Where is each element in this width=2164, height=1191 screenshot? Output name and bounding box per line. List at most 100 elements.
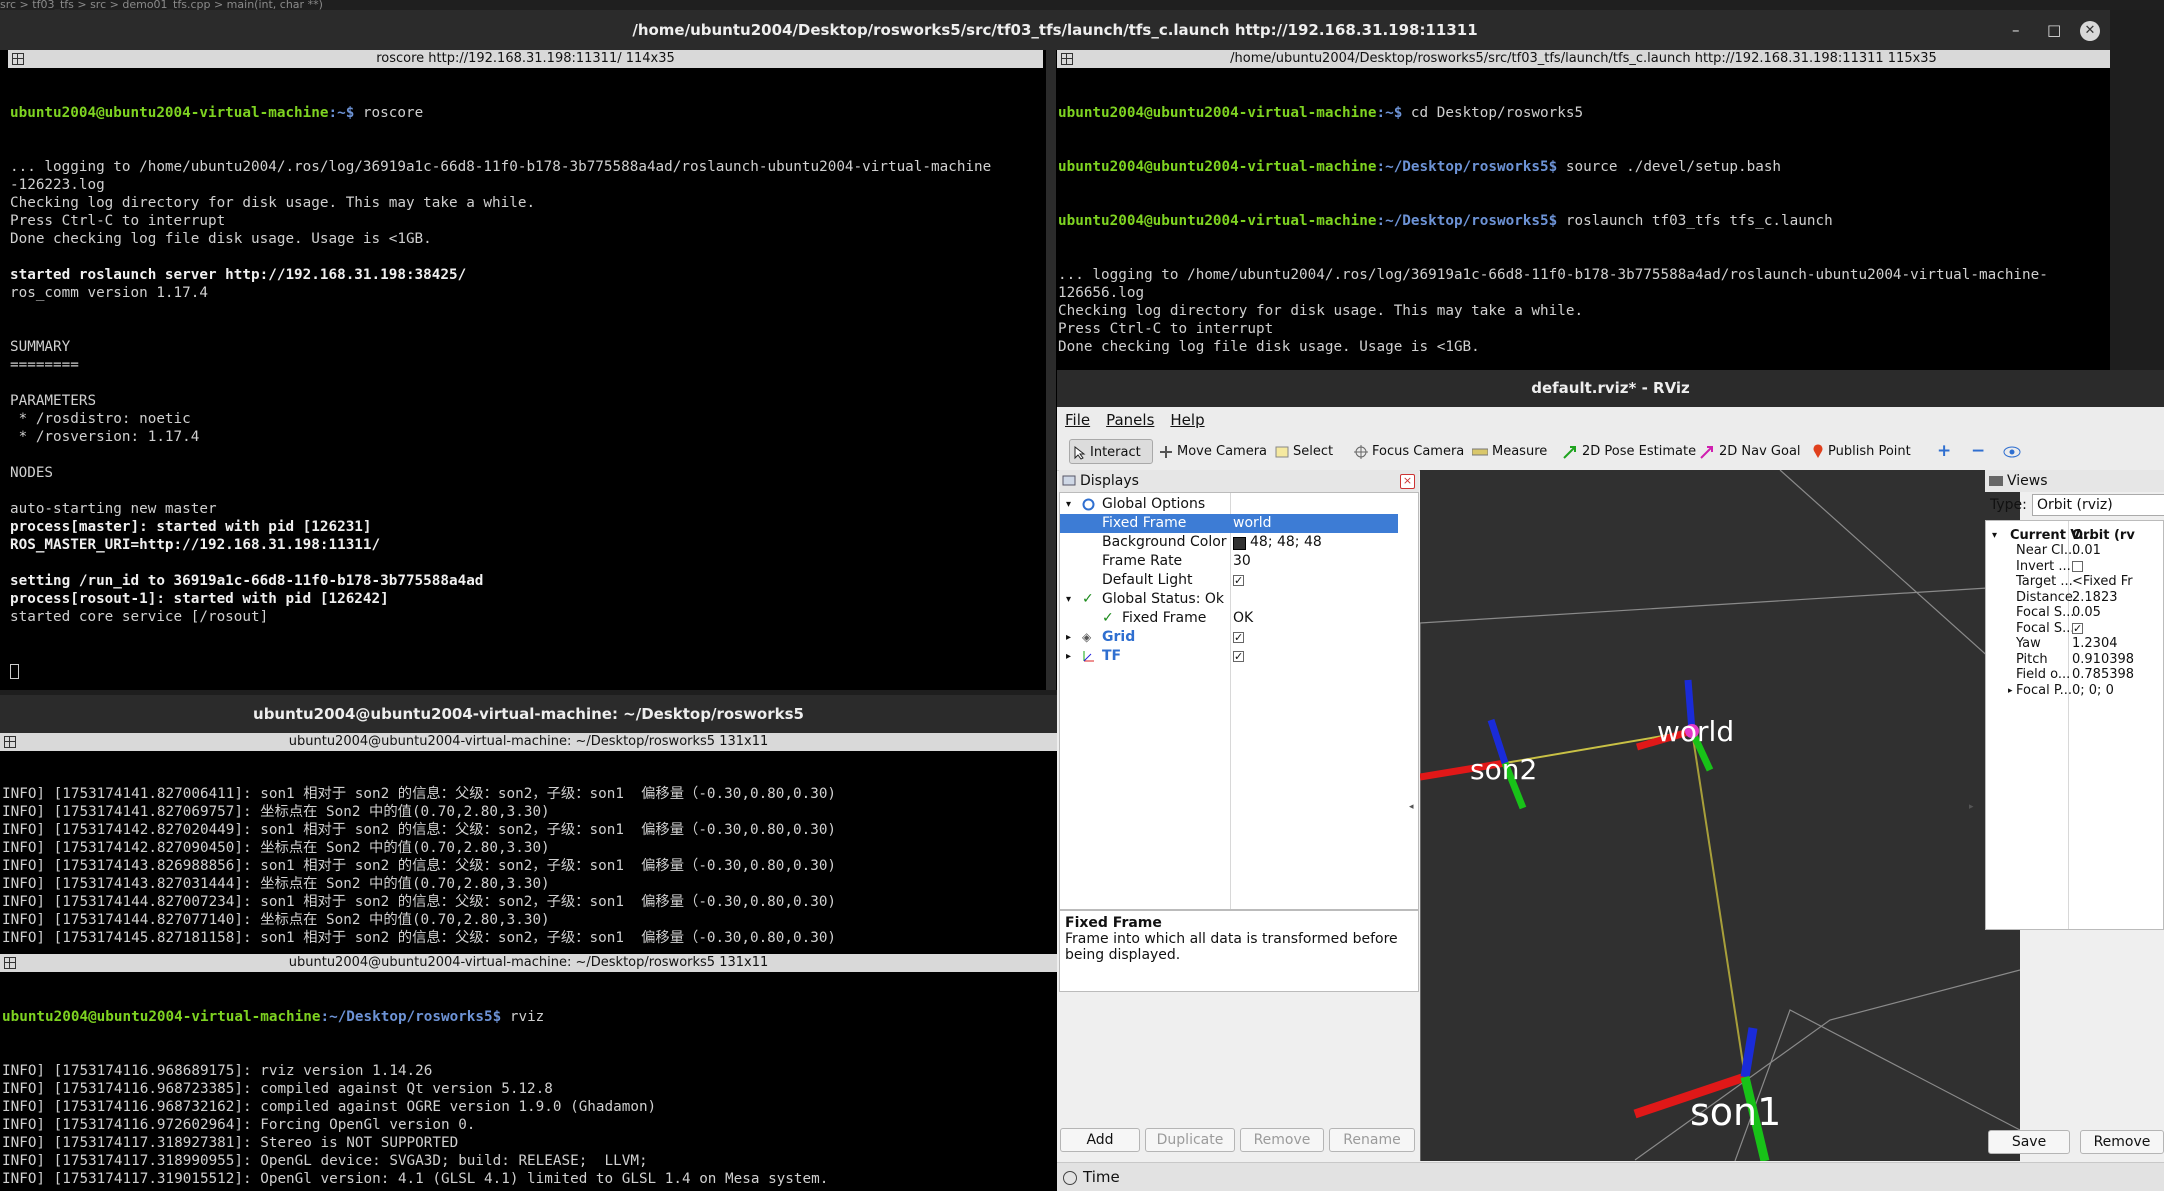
- terminal-line: INFO] [1753174117.319015512]: OpenGl ver…: [2, 1171, 829, 1187]
- tree-row-fixed-frame[interactable]: Fixed Frame world: [1060, 514, 1398, 533]
- view-prop-row[interactable]: Yaw 1.2304: [1986, 636, 2163, 652]
- menu-file[interactable]: File: [1057, 407, 1098, 433]
- view-prop-row[interactable]: Focal S... 0.05: [1986, 605, 2163, 621]
- terminal-line: INFO] [1753174117.318927381]: Stereo is …: [2, 1135, 459, 1151]
- ruler-icon: [1472, 448, 1488, 455]
- nav-goal-tool[interactable]: 2D Nav Goal: [1699, 439, 1801, 464]
- view-prop-value[interactable]: 2.1823: [2072, 590, 2118, 606]
- select-label: Select: [1293, 444, 1334, 459]
- select-tool[interactable]: Select: [1275, 439, 1333, 464]
- add-display-button[interactable]: Add: [1060, 1128, 1140, 1152]
- prompt-path: :~/Desktop/rosworks5$: [1376, 159, 1558, 175]
- view-prop-value[interactable]: 0.910398: [2072, 652, 2134, 668]
- tree-row-global-options[interactable]: ▾ Global Options: [1060, 495, 1418, 514]
- view-prop-value[interactable]: ✓: [2072, 622, 2083, 634]
- default-light-label: Default Light: [1102, 572, 1193, 588]
- publish-point-tool[interactable]: Publish Point: [1812, 439, 1911, 464]
- right-splitter-arrow[interactable]: ▸: [1969, 802, 1974, 812]
- remove-tool-button[interactable]: −: [1971, 439, 1989, 464]
- tf-info-terminal[interactable]: INFO] [1753174141.827006411]: son1 相对于 s…: [2, 749, 1057, 947]
- fixed-frame-value[interactable]: world: [1233, 514, 1272, 533]
- tree-row-grid[interactable]: ▸ ◈ Grid ✓: [1060, 628, 1418, 647]
- view-prop-row[interactable]: Distance 2.1823: [1986, 590, 2163, 606]
- rviz-title: default.rviz* - RViz: [1057, 370, 2164, 407]
- move-arrows-icon: [1160, 445, 1172, 458]
- nav-goal-label: 2D Nav Goal: [1719, 444, 1801, 459]
- tree-row-default-light[interactable]: Default Light ✓: [1060, 571, 1418, 590]
- maximize-button[interactable]: □: [2047, 10, 2061, 50]
- tree-row-frame-rate[interactable]: Frame Rate 30: [1060, 552, 1418, 571]
- check-icon: ✓: [1082, 591, 1094, 607]
- displays-title: Displays: [1080, 473, 1139, 489]
- terminal-line: ros_comm version 1.17.4: [10, 285, 208, 301]
- view-prop-row[interactable]: Target ... <Fixed Fr: [1986, 574, 2163, 590]
- duplicate-display-button[interactable]: Duplicate: [1145, 1128, 1235, 1152]
- menu-help[interactable]: Help: [1162, 407, 1212, 433]
- launch-pane-tab[interactable]: /home/ubuntu2004/Desktop/rosworks5/src/t…: [1057, 50, 2110, 68]
- tree-row-tf[interactable]: ▸ TF ✓: [1060, 647, 1418, 666]
- prompt-user: ubuntu2004@ubuntu2004-virtual-machine: [1058, 105, 1377, 121]
- tree-row-background-color[interactable]: Background Color 48; 48; 48: [1060, 533, 1418, 552]
- ground-grid: [1420, 470, 2020, 1161]
- launch-terminal[interactable]: ubuntu2004@ubuntu2004-virtual-machine:~$…: [1058, 68, 2108, 378]
- view-prop-value[interactable]: <Fixed Fr: [2072, 574, 2133, 590]
- tf-links: [1504, 730, 1746, 1078]
- view-prop-row[interactable]: Field o... 0.785398: [1986, 667, 2163, 683]
- move-camera-tool[interactable]: Move Camera: [1159, 439, 1267, 464]
- terminal-line: INFO] [1753174142.827090450]: 坐标点在 Son2 …: [2, 840, 550, 856]
- eye-tool-icon[interactable]: [2003, 439, 2023, 464]
- tree-row-global-status[interactable]: ▾ ✓ Global Status: Ok: [1060, 590, 1418, 609]
- close-button[interactable]: ✕: [2080, 21, 2100, 41]
- pose-estimate-tool[interactable]: 2D Pose Estimate: [1562, 439, 1696, 464]
- time-panel-bar: Time: [1057, 1162, 2164, 1191]
- remove-view-button[interactable]: Remove: [2080, 1130, 2164, 1154]
- render-3d-view[interactable]: world son2 son1: [1420, 470, 2020, 1161]
- tf-checkbox[interactable]: ✓: [1233, 651, 1244, 662]
- view-prop-value[interactable]: 0.785398: [2072, 667, 2134, 683]
- roscore-pane-tab[interactable]: roscore http://192.168.31.198:11311/ 114…: [8, 50, 1043, 68]
- view-prop-value[interactable]: 1.2304: [2072, 636, 2118, 652]
- view-prop-value[interactable]: 0.01: [2072, 543, 2101, 559]
- expand-arrow[interactable]: ▸: [2008, 683, 2013, 699]
- measure-label: Measure: [1492, 444, 1548, 459]
- left-splitter-arrow[interactable]: ◂: [1409, 802, 1414, 812]
- measure-tool[interactable]: Measure: [1472, 439, 1547, 464]
- view-prop-row[interactable]: Pitch 0.910398: [1986, 652, 2163, 668]
- split-pane-icon: [1061, 53, 1073, 65]
- frame-rate-value[interactable]: 30: [1233, 552, 1251, 571]
- pose-estimate-label: 2D Pose Estimate: [1582, 444, 1697, 459]
- rename-display-button[interactable]: Rename: [1329, 1128, 1415, 1152]
- pane-divider[interactable]: [1046, 50, 1056, 690]
- view-prop-row[interactable]: Focal S... ✓: [1986, 621, 2163, 637]
- grid-checkbox[interactable]: ✓: [1233, 632, 1244, 643]
- rviz-pane-tab[interactable]: ubuntu2004@ubuntu2004-virtual-machine: ~…: [0, 954, 1057, 972]
- info-tab-title: ubuntu2004@ubuntu2004-virtual-machine: ~…: [288, 734, 769, 749]
- view-prop-value[interactable]: [2072, 560, 2083, 572]
- view-prop-row[interactable]: Invert ...: [1986, 559, 2163, 575]
- tree-row-status-fixed-frame[interactable]: ✓ Fixed Frame OK: [1060, 609, 1418, 628]
- rviz-menubar: File Panels Help: [1057, 407, 2164, 433]
- save-view-button[interactable]: Save: [1988, 1130, 2070, 1154]
- view-prop-value[interactable]: 0; 0; 0: [2072, 683, 2114, 699]
- default-light-checkbox[interactable]: ✓: [1233, 575, 1244, 586]
- add-tool-button[interactable]: +: [1937, 439, 1955, 464]
- view-type-select[interactable]: Orbit (rviz): [2032, 494, 2164, 516]
- view-prop-value[interactable]: 0.05: [2072, 605, 2101, 621]
- description-text: Frame into which all data is transformed…: [1065, 931, 1398, 963]
- close-panel-icon[interactable]: ×: [1400, 474, 1415, 489]
- second-terminal-window: ubuntu2004@ubuntu2004-virtual-machine: ~…: [0, 695, 1057, 1191]
- split-pane-icon: [12, 53, 24, 65]
- minimize-button[interactable]: –: [2012, 10, 2020, 50]
- focus-camera-tool[interactable]: Focus Camera: [1354, 439, 1464, 464]
- roscore-terminal[interactable]: ubuntu2004@ubuntu2004-virtual-machine:~$…: [10, 68, 1043, 688]
- background-color-label: Background Color: [1102, 534, 1227, 550]
- view-prop-row[interactable]: Focal P... 0; 0; 0 ▸: [1986, 683, 2163, 699]
- view-prop-row[interactable]: Near Cl... 0.01: [1986, 543, 2163, 559]
- remove-display-button[interactable]: Remove: [1240, 1128, 1324, 1152]
- green-arrow-icon: [1563, 445, 1576, 459]
- background-color-value[interactable]: 48; 48; 48: [1250, 533, 1322, 552]
- interact-tool[interactable]: Interact: [1069, 439, 1153, 464]
- view-prop-key: Focal S...: [2016, 620, 2075, 636]
- rviz-log-terminal[interactable]: ubuntu2004@ubuntu2004-virtual-machine:~/…: [2, 972, 1057, 1187]
- menu-panels[interactable]: Panels: [1098, 407, 1162, 433]
